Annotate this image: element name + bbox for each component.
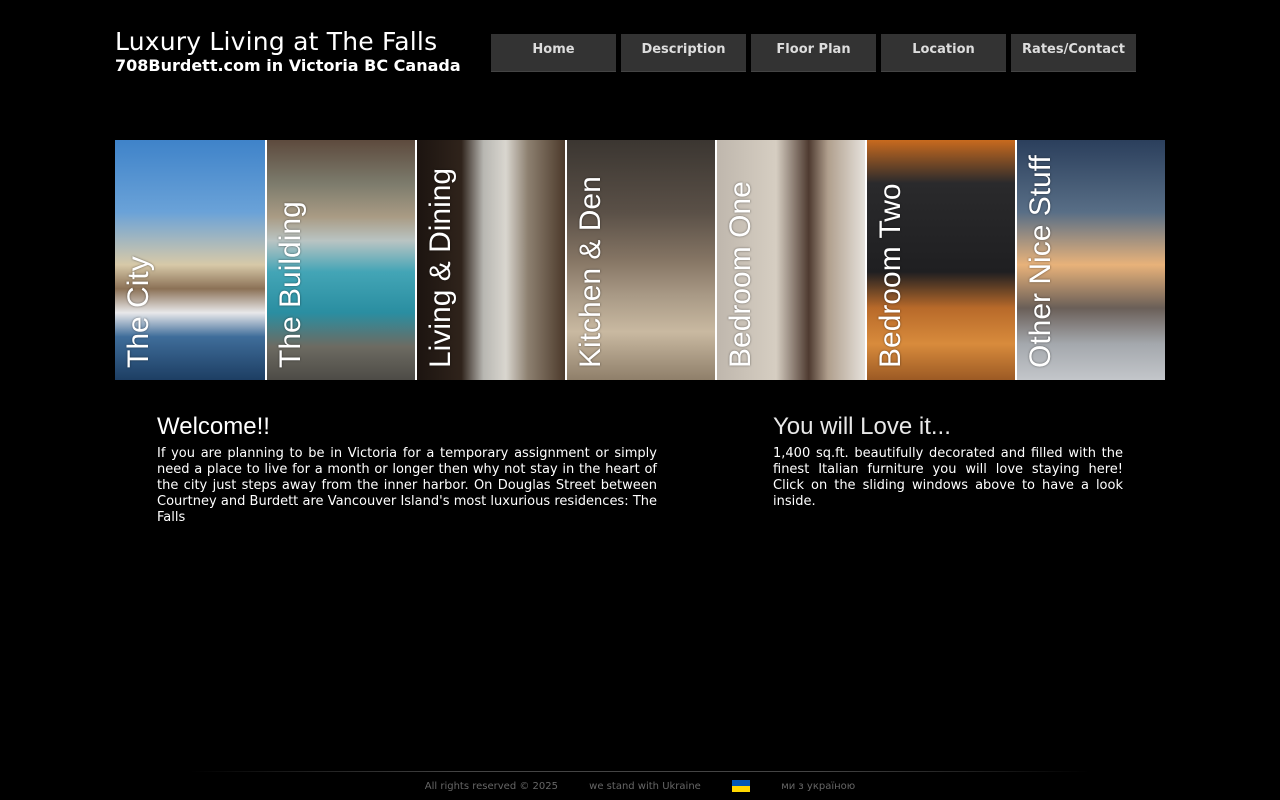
nav-home[interactable]: Home	[491, 34, 616, 72]
copyright-text: All rights reserved © 2025	[424, 780, 558, 792]
slide-label: Bedroom One	[724, 181, 757, 368]
slide-label: Living & Dining	[424, 167, 457, 368]
slide-bedroom-one[interactable]: Bedroom One	[715, 140, 865, 380]
slide-living-dining[interactable]: Living & Dining	[415, 140, 565, 380]
slide-the-city[interactable]: The City	[115, 140, 265, 380]
slide-label: Bedroom Two	[874, 183, 907, 368]
welcome-text: If you are planning to be in Victoria fo…	[157, 446, 657, 525]
photo-slider: The City The Building Living & Dining Ki…	[115, 140, 1165, 380]
slide-label: The Building	[274, 201, 307, 368]
nav-location[interactable]: Location	[881, 34, 1006, 72]
love-it-heading: You will Love it...	[773, 413, 951, 440]
nav-description[interactable]: Description	[621, 34, 746, 72]
slide-label: Other Nice Stuff	[1024, 155, 1057, 368]
footer-divider	[190, 771, 1090, 772]
love-it-text: 1,400 sq.ft. beautifully decorated and f…	[773, 446, 1123, 509]
nav-rates-contact[interactable]: Rates/Contact	[1011, 34, 1136, 72]
slide-label: Kitchen & Den	[574, 176, 607, 368]
nav-floor-plan[interactable]: Floor Plan	[751, 34, 876, 72]
ukrainian-text: ми з україною	[781, 780, 856, 792]
slide-the-building[interactable]: The Building	[265, 140, 415, 380]
slide-label: The City	[122, 256, 155, 368]
ukraine-flag-icon	[732, 780, 751, 792]
main-nav: Home Description Floor Plan Location Rat…	[491, 34, 1136, 72]
slide-kitchen-den[interactable]: Kitchen & Den	[565, 140, 715, 380]
slide-bedroom-two[interactable]: Bedroom Two	[865, 140, 1015, 380]
welcome-heading: Welcome!!	[157, 413, 270, 440]
site-subtitle: 708Burdett.com in Victoria BC Canada	[115, 56, 461, 75]
welcome-section: Welcome!! If you are planning to be in V…	[157, 412, 657, 526]
site-title: Luxury Living at The Falls 708Burdett.co…	[115, 27, 461, 74]
ukraine-support-text: we stand with Ukraine	[589, 780, 701, 792]
page-title: Luxury Living at The Falls	[115, 27, 438, 56]
slide-other-nice-stuff[interactable]: Other Nice Stuff	[1015, 140, 1165, 380]
footer: All rights reserved © 2025 we stand with…	[0, 780, 1280, 792]
love-it-section: You will Love it... 1,400 sq.ft. beautif…	[773, 412, 1123, 510]
